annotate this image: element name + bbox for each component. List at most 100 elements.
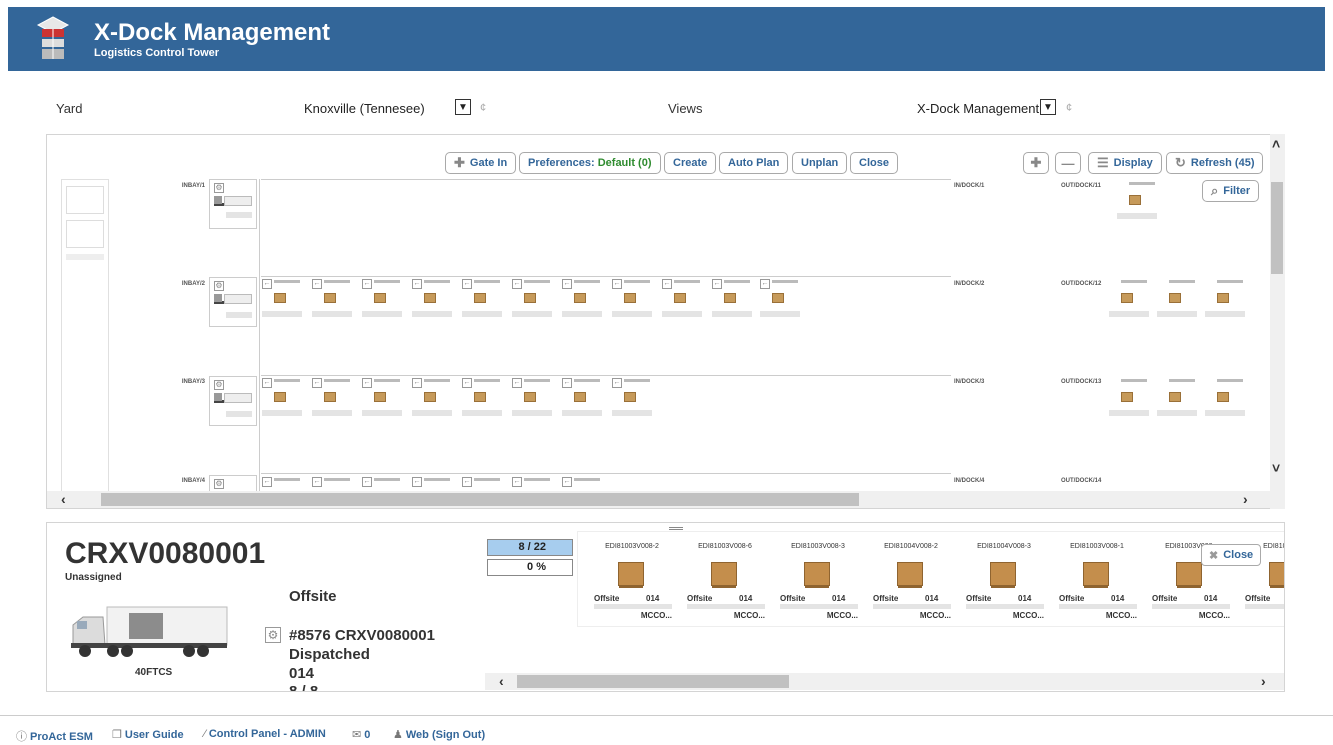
pallet-card[interactable]: ←	[262, 378, 302, 418]
chevron-down-icon: ▼	[1040, 99, 1056, 115]
inbay-card[interactable]: ⚙	[209, 179, 257, 229]
yard-refresh-icon[interactable]: ¢	[480, 102, 486, 114]
pallet-card[interactable]: ←	[612, 378, 652, 418]
info-icon: ⓘ	[16, 731, 27, 743]
pallet-card[interactable]: ←	[262, 279, 302, 319]
create-button[interactable]: Create	[664, 152, 717, 174]
messages-link[interactable]: ✉ 0	[352, 728, 370, 741]
pallet-card[interactable]: ←	[362, 279, 402, 319]
pallet-card[interactable]	[1157, 378, 1197, 418]
pallet-icon	[574, 392, 586, 402]
scroll-left-icon[interactable]: ‹	[61, 491, 66, 507]
filter-label: Filter	[1223, 185, 1251, 197]
auto-plan-button[interactable]: Auto Plan	[719, 152, 789, 174]
pallet-card[interactable]: ←	[662, 279, 702, 319]
gear-icon[interactable]: ⚙	[214, 281, 224, 291]
pallet-card[interactable]	[1117, 181, 1157, 221]
pallet-card[interactable]: ←	[612, 279, 652, 319]
scroll-up-icon[interactable]: ˄	[1272, 136, 1280, 152]
yard-select[interactable]: Knoxville (Tennesee) ▼	[300, 98, 472, 118]
scroll-right-icon[interactable]: ›	[1261, 673, 1266, 689]
pallet-card[interactable]: ←	[412, 378, 452, 418]
web-signout-link[interactable]: ♟ Web (Sign Out)	[393, 728, 485, 741]
board-vertical-scrollbar[interactable]: ˄ ˅	[1270, 134, 1285, 509]
board-horizontal-scrollbar[interactable]: ‹ ›	[47, 491, 1271, 508]
scroll-thumb[interactable]	[1271, 182, 1283, 274]
arrow-left-icon: ←	[312, 477, 322, 487]
staging-card[interactable]	[66, 220, 104, 248]
pallet-card[interactable]: ←	[362, 378, 402, 418]
pallet-card[interactable]	[1157, 279, 1197, 319]
views-select[interactable]: X-Dock Management ▼	[913, 98, 1057, 118]
gear-icon[interactable]: ⚙	[214, 380, 224, 390]
gate-in-label: Gate In	[469, 157, 508, 169]
preferences-button[interactable]: Preferences: Default (0)	[519, 152, 661, 174]
scroll-left-icon[interactable]: ‹	[499, 673, 504, 689]
drag-handle-icon[interactable]	[669, 527, 683, 530]
proact-link[interactable]: ⓘ ProAct ESM	[16, 728, 93, 744]
pallet-card[interactable]: EDI81003V008-3 Offsite 014 MCCO...	[772, 532, 864, 626]
inbay-card[interactable]: ⚙	[209, 277, 257, 327]
pallet-card[interactable]: ←	[712, 279, 752, 319]
pallet-card[interactable]: EDI81004V008-2 Offsite 014 MCCO...	[865, 532, 957, 626]
app-title: X-Dock Management	[94, 19, 331, 46]
pallet-card[interactable]: ←	[562, 378, 602, 418]
staging-card[interactable]	[66, 186, 104, 214]
pallet-card[interactable]: EDI81003V008-2 Offsite 014 MCCO...	[586, 532, 678, 626]
gear-icon[interactable]: ⚙	[214, 479, 224, 489]
views-refresh-icon[interactable]: ¢	[1066, 102, 1072, 114]
pallet-card[interactable]: ←	[412, 279, 452, 319]
pallet-card[interactable]: ←	[512, 279, 552, 319]
control-panel-link[interactable]: ⁄ Control Panel - ADMIN	[204, 728, 326, 740]
gear-icon[interactable]: ⚙	[265, 627, 281, 643]
scroll-thumb[interactable]	[517, 675, 789, 688]
pallet-icon	[1217, 293, 1229, 303]
filter-button[interactable]: ⌕ Filter	[1202, 180, 1260, 202]
pallet-id: EDI81003V008-1	[1070, 543, 1124, 550]
pallet-card[interactable]	[1205, 279, 1245, 319]
pallet-location: Offsite	[1059, 594, 1085, 603]
display-button[interactable]: ☰ Display	[1088, 152, 1162, 174]
scroll-thumb[interactable]	[101, 493, 859, 506]
pallet-horizontal-scrollbar[interactable]: ‹ ›	[485, 673, 1284, 690]
refresh-icon: ↻	[1175, 155, 1186, 170]
pallet-code: 014	[1204, 594, 1218, 603]
zoom-out-button[interactable]: —	[1055, 152, 1081, 174]
pallet-card[interactable]: ←	[462, 378, 502, 418]
pallet-card[interactable]	[1109, 378, 1149, 418]
pallet-card[interactable]	[1109, 279, 1149, 319]
indock-label: IN/DOCK/3	[954, 379, 985, 385]
app-header: X-Dock Management Logistics Control Towe…	[8, 7, 1325, 71]
preferences-value: Default (0)	[597, 157, 652, 169]
pallet-card[interactable]: ←	[312, 279, 352, 319]
close-board-button[interactable]: Close	[850, 152, 898, 174]
pallet-card[interactable]	[1205, 378, 1245, 418]
scroll-right-icon[interactable]: ›	[1243, 491, 1248, 507]
pallet-card[interactable]: ←	[512, 378, 552, 418]
inbay-card[interactable]: ⚙	[209, 376, 257, 426]
pallet-icon	[804, 562, 830, 588]
close-detail-button[interactable]: ✖ Close	[1201, 544, 1262, 566]
pallet-customer: MCCO...	[1012, 611, 1044, 620]
refresh-button[interactable]: ↻ Refresh (45)	[1166, 152, 1264, 174]
pallet-icon	[374, 392, 386, 402]
pallet-card[interactable]: EDI81004V008-3 Offsite 014 MCCO...	[958, 532, 1050, 626]
gate-in-button[interactable]: ✚ Gate In	[445, 152, 517, 174]
pallet-card[interactable]: ←	[562, 279, 602, 319]
zoom-in-button[interactable]: ✚	[1023, 152, 1049, 174]
pallet-card[interactable]: ←	[312, 378, 352, 418]
scroll-down-icon[interactable]: ˅	[1272, 460, 1280, 476]
pallet-icon	[1129, 195, 1141, 205]
gear-icon[interactable]: ⚙	[214, 183, 224, 193]
user-icon: ♟	[393, 729, 403, 741]
pallet-icon	[274, 293, 286, 303]
pallet-card[interactable]: EDI81003V008-6 Offsite 014 MCCO...	[679, 532, 771, 626]
pallet-card[interactable]: ←	[462, 279, 502, 319]
pallet-customer: MCCO...	[640, 611, 672, 620]
truck-icon	[214, 294, 252, 304]
unplan-button[interactable]: Unplan	[792, 152, 848, 174]
user-guide-link[interactable]: ❐ User Guide	[112, 728, 184, 741]
pallet-card[interactable]: ←	[760, 279, 800, 319]
pallet-card[interactable]: EDI81003V008-1 Offsite 014 MCCO...	[1051, 532, 1143, 626]
staging-bar	[66, 254, 104, 260]
